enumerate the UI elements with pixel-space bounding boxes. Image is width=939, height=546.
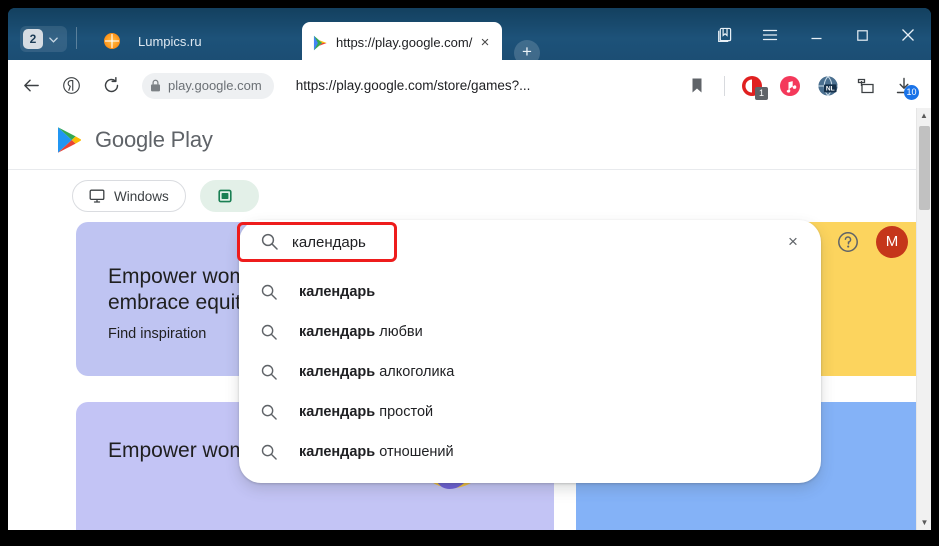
avatar[interactable]: M (876, 226, 908, 258)
suggestion-item[interactable]: календарь алкоголика (239, 352, 821, 392)
scrollbar-thumb[interactable] (919, 126, 930, 210)
suggestion-match: календарь (299, 404, 376, 420)
suggestion-item[interactable]: календарь любви (239, 312, 821, 352)
search-icon (261, 284, 277, 300)
minimize-button[interactable] (793, 18, 839, 52)
search-input[interactable] (292, 220, 762, 264)
maximize-button[interactable] (839, 18, 885, 52)
site-host: play.google.com (168, 78, 262, 93)
chromebook-icon (218, 189, 232, 203)
suggestion-match: календарь (299, 284, 376, 300)
window-controls (701, 18, 931, 52)
browser-toolbar: play.google.com https://play.google.com/… (8, 63, 931, 108)
suggestion-item[interactable]: календарь отношений (239, 432, 821, 472)
close-window-button[interactable] (885, 18, 931, 52)
card-subtitle: Find inspiration (108, 326, 207, 342)
clear-search-icon[interactable]: × (783, 232, 803, 252)
site-identity-chip[interactable]: play.google.com (142, 72, 274, 99)
scroll-down-arrow[interactable]: ▼ (917, 515, 931, 530)
platform-chips: Windows (8, 170, 916, 222)
suggestion-rest: любви (375, 324, 423, 340)
lock-icon (151, 79, 160, 92)
search-icon (261, 444, 277, 460)
search-row: × (239, 220, 821, 264)
translate-nl-extension-icon[interactable]: NL (811, 69, 845, 103)
tab-google-play[interactable]: https://play.google.com/ × (302, 22, 502, 63)
adblock-extension-icon[interactable]: 1 (735, 69, 769, 103)
suggestion-item[interactable]: календарь простой (239, 392, 821, 432)
search-icon (261, 404, 277, 420)
tab-lumpics[interactable]: Lumpics.ru (90, 22, 295, 60)
toolbar-divider (724, 75, 725, 96)
close-icon[interactable]: × (476, 34, 494, 52)
help-circle-icon[interactable] (836, 230, 860, 254)
page-scrollbar[interactable]: ▲ ▼ (916, 108, 931, 530)
downloads-badge: 10 (904, 84, 919, 100)
music-extension-icon[interactable] (773, 69, 807, 103)
tab-title: Lumpics.ru (138, 33, 202, 49)
search-suggestions: календарь календарь любви календарь алко… (239, 264, 821, 472)
tabstrip-divider (76, 27, 77, 49)
screenshot-root: 2 Lumpics.ru https://play.google.com/ × … (0, 0, 939, 546)
suggestion-match: календарь (299, 324, 376, 340)
tab-count-badge[interactable]: 2 (23, 29, 43, 49)
scroll-up-arrow[interactable]: ▲ (917, 108, 931, 123)
yandex-icon[interactable] (54, 69, 88, 103)
suggestion-rest: простой (375, 404, 434, 420)
svg-text:NL: NL (826, 85, 835, 92)
browser-window: 2 Lumpics.ru https://play.google.com/ × … (8, 8, 931, 530)
chip-chromebook[interactable] (199, 180, 259, 212)
google-play-wordmark: Google Play (95, 127, 213, 152)
orange-circle-icon (104, 33, 120, 49)
extension-badge: 1 (755, 86, 768, 100)
page-content: Google Play Windows Empower women & (8, 108, 931, 530)
search-icon (261, 364, 277, 380)
toolbar-right-group: 1 NL 10 (678, 69, 931, 103)
google-play-icon (313, 35, 327, 50)
chevron-down-icon[interactable] (43, 29, 63, 49)
search-icon (261, 233, 278, 250)
bookmark-icon[interactable] (680, 69, 714, 103)
tab-count-group[interactable]: 2 (20, 26, 67, 52)
monitor-icon (89, 189, 105, 203)
play-store-header: Google Play (8, 108, 916, 170)
card-illustration (919, 454, 931, 474)
suggestion-rest: отношений (375, 444, 454, 460)
downloads-icon[interactable]: 10 (887, 69, 921, 103)
google-play-triangle-icon (58, 127, 82, 153)
search-panel: × календарь календарь любви (239, 220, 821, 483)
search-icon (261, 324, 277, 340)
tab-strip: 2 Lumpics.ru https://play.google.com/ × … (8, 8, 931, 66)
chip-label: Windows (114, 188, 169, 204)
suggestion-match: календарь (299, 364, 376, 380)
back-arrow-icon[interactable] (14, 69, 48, 103)
search-overlay: × календарь календарь любви (239, 220, 821, 488)
hamburger-menu-icon[interactable] (747, 18, 793, 52)
tab-title: https://play.google.com/ (336, 35, 473, 50)
tab-manager-extension-icon[interactable] (849, 69, 883, 103)
collections-icon[interactable] (701, 18, 747, 52)
suggestion-item[interactable]: календарь (239, 272, 821, 312)
address-bar-url[interactable]: https://play.google.com/store/games?... (296, 78, 678, 93)
chip-windows[interactable]: Windows (72, 180, 186, 212)
suggestion-match: календарь (299, 444, 376, 460)
reload-icon[interactable] (94, 69, 128, 103)
google-play-logo[interactable]: Google Play (56, 126, 213, 154)
suggestion-rest: алкоголика (375, 364, 455, 380)
